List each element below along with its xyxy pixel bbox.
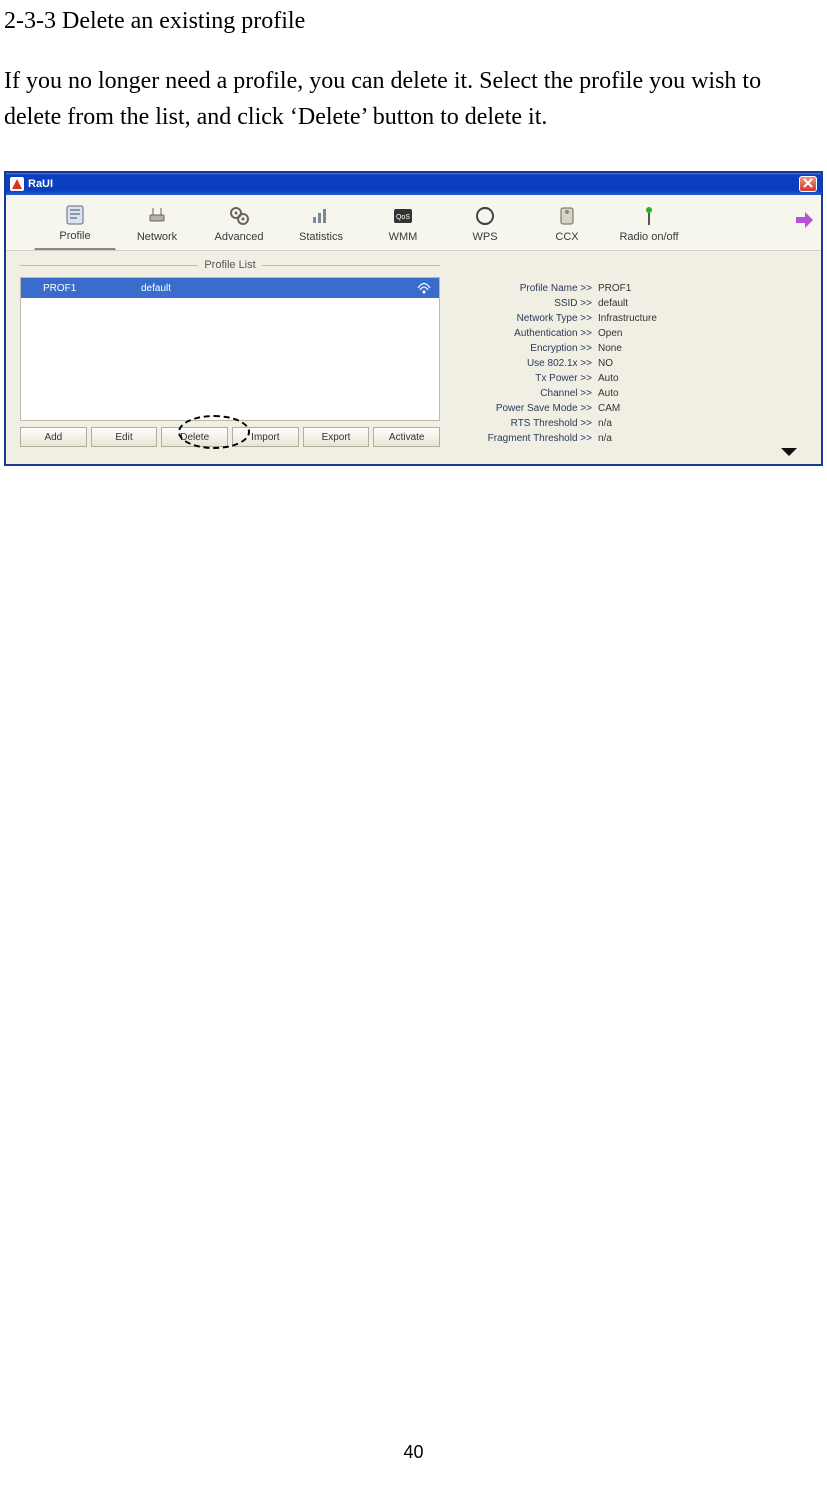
divider (20, 265, 198, 266)
divider (262, 265, 440, 266)
profile-list[interactable]: PROF1 default (20, 277, 440, 421)
tab-label: Radio on/off (619, 231, 678, 243)
edit-button[interactable]: Edit (91, 427, 158, 447)
detail-label: Profile Name >> (466, 281, 592, 296)
detail-value: None (592, 341, 622, 356)
tab-label: Network (137, 231, 177, 243)
page-number: 40 (0, 1442, 827, 1463)
window-title: RaUI (28, 178, 53, 190)
detail-powersave: Power Save Mode >> CAM (466, 401, 797, 416)
tab-wmm[interactable]: QoS WMM (362, 195, 444, 250)
detail-profile-name: Profile Name >> PROF1 (466, 281, 797, 296)
detail-label: Power Save Mode >> (466, 401, 592, 416)
detail-rts: RTS Threshold >> n/a (466, 416, 797, 431)
app-window: RaUI Profile Network Advanced (4, 171, 823, 466)
detail-channel: Channel >> Auto (466, 386, 797, 401)
detail-value: Auto (592, 371, 619, 386)
tab-ccx[interactable]: CCX (526, 195, 608, 250)
arrow-right-icon (793, 209, 815, 236)
signal-icon (409, 282, 439, 294)
app-icon (10, 177, 24, 191)
detail-label: Channel >> (466, 386, 592, 401)
detail-value: Open (592, 326, 622, 341)
toolbar-next-button[interactable] (787, 195, 821, 250)
profile-list-panel: Profile List PROF1 default Add Edit Dele… (20, 259, 440, 450)
button-row: Add Edit Delete Import Export Activate (20, 427, 440, 447)
tab-profile[interactable]: Profile (34, 195, 116, 250)
detail-value: n/a (592, 416, 612, 431)
wps-icon (472, 203, 498, 229)
add-button[interactable]: Add (20, 427, 87, 447)
radio-icon (636, 203, 662, 229)
detail-encryption: Encryption >> None (466, 341, 797, 356)
detail-value: PROF1 (592, 281, 631, 296)
titlebar-left: RaUI (10, 177, 53, 191)
detail-value: n/a (592, 431, 612, 446)
chevron-down-icon (779, 445, 799, 463)
titlebar: RaUI (6, 173, 821, 195)
profile-row-selected[interactable]: PROF1 default (21, 278, 439, 298)
tab-label: CCX (555, 231, 578, 243)
wmm-icon: QoS (390, 203, 416, 229)
detail-ssid: SSID >> default (466, 296, 797, 311)
section-heading: 2-3-3 Delete an existing profile (4, 8, 823, 35)
delete-button[interactable]: Delete (161, 427, 228, 447)
close-button[interactable] (799, 176, 817, 192)
toolbar-spacer (6, 195, 34, 250)
detail-label: Use 802.1x >> (466, 356, 592, 371)
tab-label: Advanced (215, 231, 264, 243)
toolbar: Profile Network Advanced Statistics QoS … (6, 195, 821, 251)
tab-statistics[interactable]: Statistics (280, 195, 362, 250)
detail-txpower: Tx Power >> Auto (466, 371, 797, 386)
detail-value: default (592, 296, 628, 311)
tab-network[interactable]: Network (116, 195, 198, 250)
network-icon (144, 203, 170, 229)
content-area: Profile List PROF1 default Add Edit Dele… (6, 251, 821, 464)
detail-fragment: Fragment Threshold >> n/a (466, 431, 797, 446)
profile-name: PROF1 (21, 283, 131, 294)
tab-label: WPS (472, 231, 497, 243)
profile-details-panel: Profile Name >> PROF1 SSID >> default Ne… (440, 259, 807, 450)
detail-label: Fragment Threshold >> (466, 431, 592, 446)
statistics-icon (308, 203, 334, 229)
tab-label: Statistics (299, 231, 343, 243)
detail-label: Encryption >> (466, 341, 592, 356)
close-icon (803, 178, 813, 191)
expand-button[interactable] (775, 446, 803, 462)
detail-network-type: Network Type >> Infrastructure (466, 311, 797, 326)
section-body: If you no longer need a profile, you can… (4, 63, 823, 135)
profile-list-title: Profile List (204, 259, 255, 271)
tab-radio[interactable]: Radio on/off (608, 195, 690, 250)
tab-advanced[interactable]: Advanced (198, 195, 280, 250)
activate-button[interactable]: Activate (373, 427, 440, 447)
svg-text:QoS: QoS (396, 214, 410, 221)
detail-label: Authentication >> (466, 326, 592, 341)
detail-label: SSID >> (466, 296, 592, 311)
detail-value: CAM (592, 401, 620, 416)
tab-wps[interactable]: WPS (444, 195, 526, 250)
profile-ssid: default (131, 283, 409, 294)
tab-label: Profile (59, 230, 90, 242)
detail-8021x: Use 802.1x >> NO (466, 356, 797, 371)
ccx-icon (554, 203, 580, 229)
detail-label: RTS Threshold >> (466, 416, 592, 431)
advanced-icon (226, 203, 252, 229)
export-button[interactable]: Export (303, 427, 370, 447)
tab-label: WMM (389, 231, 418, 243)
profile-icon (62, 202, 88, 228)
import-button[interactable]: Import (232, 427, 299, 447)
detail-value: Auto (592, 386, 619, 401)
detail-value: NO (592, 356, 613, 371)
detail-label: Tx Power >> (466, 371, 592, 386)
detail-authentication: Authentication >> Open (466, 326, 797, 341)
detail-label: Network Type >> (466, 311, 592, 326)
group-header: Profile List (20, 259, 440, 271)
detail-value: Infrastructure (592, 311, 657, 326)
